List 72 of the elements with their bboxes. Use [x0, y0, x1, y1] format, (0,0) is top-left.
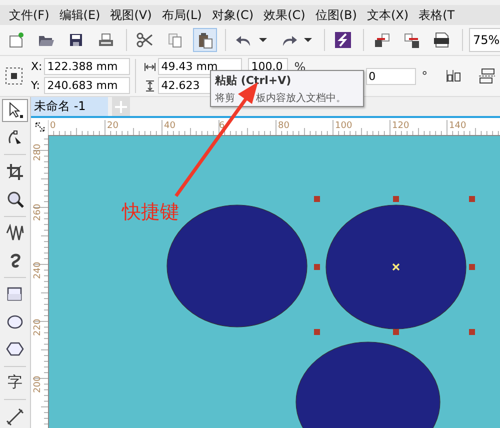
import-icon [373, 31, 391, 49]
ruler-number: 100 [335, 121, 352, 131]
menu-item[interactable]: 文件(F) [6, 6, 56, 24]
annotation-text: 快捷键 [122, 200, 179, 225]
ruler-number: 280 [33, 144, 43, 161]
plus-icon [115, 100, 127, 112]
ruler-number: 260 [33, 204, 43, 221]
menu-item[interactable]: 表格(T [416, 6, 462, 24]
selection-handle[interactable] [469, 264, 475, 270]
flip-icon[interactable] [478, 67, 496, 85]
caret-icon[interactable] [303, 38, 313, 42]
ruler-number: 120 [392, 121, 410, 131]
ruler-number: 140 [449, 121, 466, 131]
coordinate-label: Y: [31, 79, 41, 92]
ruler-number: 220 [33, 318, 43, 336]
selection-handle[interactable] [469, 196, 475, 202]
ruler-number: 240 [33, 262, 43, 279]
position-field[interactable]: 240.683 mm [44, 77, 130, 94]
tooltip-text: 板内容放入文档中。 [256, 92, 346, 105]
rotation-field[interactable]: 0 [366, 68, 416, 84]
tool-button[interactable] [2, 99, 28, 122]
reference-point-icon[interactable] [5, 67, 23, 85]
selection-handle[interactable] [469, 329, 475, 335]
document-tab[interactable]: 未命名 -1 [31, 97, 108, 116]
menu-item[interactable]: 效果(C) [260, 6, 312, 24]
mirror-icon[interactable] [444, 67, 462, 85]
selection-handle[interactable] [314, 196, 320, 202]
node-pen-icon [6, 128, 24, 147]
tooltip-text: 将剪 [215, 92, 235, 105]
printer-icon [97, 31, 115, 49]
menu-item[interactable]: 布局(L) [158, 6, 209, 24]
center-mark[interactable] [392, 263, 400, 271]
ruler-number: 6 [219, 121, 225, 131]
menu-item[interactable]: 视图(V) [107, 6, 159, 24]
scissors-icon [136, 31, 154, 49]
pdf-icon [433, 31, 451, 49]
polygon-icon [6, 340, 24, 358]
coordinate-label: X: [31, 60, 42, 73]
ruler-number: 40 [164, 121, 176, 131]
ruler-number: 200 [33, 376, 43, 393]
selection-handle[interactable] [393, 329, 399, 335]
height-icon [144, 80, 156, 92]
zoom-icon [6, 190, 24, 208]
clipboard-button[interactable] [193, 28, 217, 52]
degree-label: ° [422, 69, 428, 83]
menu-item[interactable]: 编辑(E) [56, 6, 108, 24]
width-icon [144, 60, 156, 72]
copy-icon [166, 31, 184, 49]
zoom-field[interactable]: 75% [469, 28, 500, 52]
dimension-line-icon [6, 408, 24, 426]
rectangle-icon [6, 285, 24, 304]
selection-handle[interactable] [314, 264, 320, 270]
tool-button[interactable]: 字 [2, 372, 28, 394]
menu-item[interactable]: 对象(C) [208, 6, 261, 24]
selection-handle[interactable] [393, 196, 399, 202]
ruler-origin-icon[interactable] [34, 120, 46, 132]
zigzag-line-icon [6, 224, 24, 242]
ellipse-icon [6, 312, 24, 331]
selection-handle[interactable] [314, 329, 320, 335]
ruler-number: 80 [278, 121, 290, 131]
caret-icon[interactable] [258, 38, 268, 42]
clipboard-icon [196, 31, 214, 49]
launcher-icon [334, 31, 352, 49]
menu-item[interactable]: 文本(X) [364, 6, 416, 24]
new-document-icon [7, 31, 25, 49]
ruler-number: 20 [107, 121, 118, 131]
position-field[interactable]: 122.388 mm [44, 58, 130, 75]
save-icon [67, 31, 85, 49]
crop-icon [6, 162, 24, 181]
menu-item[interactable]: 位图(B) [312, 6, 364, 24]
export-icon [403, 31, 421, 49]
ruler-number: 0 [50, 121, 56, 131]
